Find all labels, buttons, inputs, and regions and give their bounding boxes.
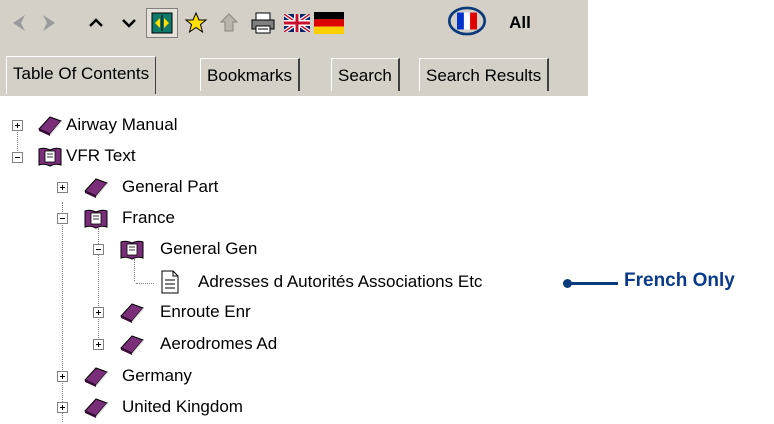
star-icon[interactable] xyxy=(180,8,212,38)
tree-connector xyxy=(134,259,136,281)
print-icon[interactable] xyxy=(247,8,279,38)
tab-search[interactable]: Search xyxy=(331,58,400,91)
expand-icon[interactable] xyxy=(12,120,23,131)
tree-item-enroute-enr[interactable]: Enroute Enr xyxy=(160,302,251,322)
toc-tree: Airway Manual VFR Text General Part Fran… xyxy=(0,96,774,423)
tab-label: Bookmarks xyxy=(207,66,293,85)
french-flag-icon[interactable] xyxy=(447,6,487,38)
open-book-icon xyxy=(82,206,110,230)
tree-item-vfr-text[interactable]: VFR Text xyxy=(66,146,136,166)
forward-icon[interactable] xyxy=(34,8,66,38)
open-book-icon xyxy=(36,144,64,168)
tab-search-results[interactable]: Search Results xyxy=(419,58,550,91)
closed-book-icon xyxy=(82,364,110,388)
closed-book-icon xyxy=(82,175,110,199)
tree-item-airway-manual[interactable]: Airway Manual xyxy=(66,115,178,135)
sync-toc-icon[interactable] xyxy=(146,8,178,38)
collapse-icon[interactable] xyxy=(12,152,23,163)
tree-item-germany[interactable]: Germany xyxy=(122,366,192,386)
tree-connector xyxy=(136,283,154,285)
tree-item-united-kingdom[interactable]: United Kingdom xyxy=(122,397,243,417)
closed-book-icon xyxy=(118,332,146,356)
tree-connector xyxy=(62,202,64,422)
up-arrow-icon[interactable] xyxy=(80,8,112,38)
all-label: All xyxy=(509,13,531,32)
closed-book-icon xyxy=(36,113,64,137)
tab-bookmarks[interactable]: Bookmarks xyxy=(200,58,301,91)
tree-item-france[interactable]: France xyxy=(122,208,175,228)
tab-bar: Table Of Contents Bookmarks Search Searc… xyxy=(0,46,588,96)
back-icon[interactable] xyxy=(2,8,34,38)
expand-icon[interactable] xyxy=(57,371,68,382)
tab-table-of-contents[interactable]: Table Of Contents xyxy=(6,56,157,94)
uk-flag-icon[interactable] xyxy=(281,8,313,38)
down-arrow-icon[interactable] xyxy=(113,8,145,38)
callout-line xyxy=(568,282,618,285)
tree-item-adresses[interactable]: Adresses d Autorités Associations Etc xyxy=(198,272,482,292)
closed-book-icon xyxy=(118,300,146,324)
collapse-icon[interactable] xyxy=(93,244,104,255)
tab-label: Search Results xyxy=(426,66,542,85)
german-flag-icon[interactable] xyxy=(313,8,345,38)
expand-icon[interactable] xyxy=(57,402,68,413)
tab-label: Search xyxy=(338,66,392,85)
expand-icon[interactable] xyxy=(57,182,68,193)
all-languages-button[interactable]: All xyxy=(500,8,540,38)
home-up-icon[interactable] xyxy=(213,8,245,38)
open-book-icon xyxy=(118,237,146,261)
tree-item-aerodromes-ad[interactable]: Aerodromes Ad xyxy=(160,334,277,354)
tree-item-general-gen[interactable]: General Gen xyxy=(160,239,257,259)
callout-label: French Only xyxy=(624,270,735,291)
collapse-icon[interactable] xyxy=(57,213,68,224)
expand-icon[interactable] xyxy=(93,339,104,350)
tree-item-general-part[interactable]: General Part xyxy=(122,177,218,197)
closed-book-icon xyxy=(82,395,110,419)
expand-icon[interactable] xyxy=(93,307,104,318)
tab-label: Table Of Contents xyxy=(13,64,150,83)
document-icon xyxy=(158,269,186,294)
toolbar: All xyxy=(0,0,588,47)
